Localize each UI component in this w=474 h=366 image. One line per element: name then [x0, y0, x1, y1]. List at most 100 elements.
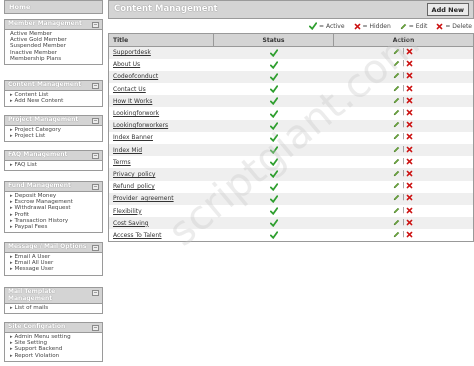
collapse-toggle-icon[interactable]: −: [92, 325, 99, 331]
sidebar-section-header[interactable]: Mail Template Management −: [5, 288, 102, 304]
sidebar-section-header[interactable]: Project Management −: [5, 116, 102, 126]
delete-x-icon[interactable]: [406, 109, 413, 116]
edit-pencil-icon[interactable]: [393, 60, 400, 67]
delete-x-icon[interactable]: [406, 133, 413, 140]
row-status-cell: [213, 217, 334, 230]
row-action-cell: |: [333, 70, 474, 84]
row-title-cell: Terms: [108, 156, 214, 169]
action-separator: |: [402, 109, 405, 117]
active-check-icon[interactable]: [269, 73, 278, 81]
delete-x-icon[interactable]: [406, 158, 413, 165]
active-check-icon[interactable]: [269, 207, 278, 216]
content-title-link[interactable]: Terms: [113, 159, 131, 166]
delete-x-icon[interactable]: [406, 194, 413, 201]
content-title-link[interactable]: Cost Saving: [113, 220, 149, 227]
active-check-icon[interactable]: [269, 49, 278, 57]
content-title-link[interactable]: Provider_agreement: [113, 195, 174, 202]
active-check-icon[interactable]: [269, 219, 278, 228]
active-check-icon[interactable]: [269, 146, 278, 155]
edit-pencil-icon[interactable]: [393, 72, 400, 79]
active-check-icon[interactable]: [269, 231, 278, 240]
row-action-cell: |: [333, 168, 474, 181]
edit-pencil-icon[interactable]: [393, 207, 400, 214]
delete-x-icon[interactable]: [406, 85, 413, 92]
content-title-link[interactable]: Flexibility: [113, 208, 142, 215]
sidebar-section-header[interactable]: Content Management −: [5, 81, 102, 91]
active-check-icon[interactable]: [269, 182, 278, 191]
edit-pencil-icon[interactable]: [393, 146, 400, 153]
delete-x-icon[interactable]: [406, 146, 413, 153]
edit-pencil-icon[interactable]: [393, 158, 400, 165]
edit-pencil-icon[interactable]: [393, 231, 400, 238]
sidebar-section-header[interactable]: Message / Mail Options −: [5, 243, 102, 253]
delete-x-icon[interactable]: [406, 207, 413, 214]
edit-pencil-icon[interactable]: [393, 170, 400, 177]
action-separator: |: [402, 60, 405, 68]
content-title-link[interactable]: Refund_policy: [113, 183, 155, 190]
edit-pencil-icon[interactable]: [393, 97, 400, 104]
delete-x-icon[interactable]: [406, 60, 413, 67]
sidebar-item[interactable]: FAQ List: [10, 162, 98, 168]
row-status-cell: [213, 229, 334, 242]
content-title-link[interactable]: Access To Talent: [113, 232, 162, 239]
active-check-icon[interactable]: [269, 170, 278, 179]
edit-pencil-icon[interactable]: [393, 48, 400, 55]
add-new-button[interactable]: Add New: [426, 3, 469, 16]
content-title-link[interactable]: Supportdesk: [113, 49, 151, 56]
sidebar-item[interactable]: Report Violation: [10, 353, 98, 359]
sidebar-item[interactable]: Paypal Fees: [10, 224, 98, 230]
sidebar-item[interactable]: Membership Plans: [10, 56, 98, 62]
delete-x-icon[interactable]: [406, 170, 413, 177]
collapse-toggle-icon[interactable]: −: [92, 83, 99, 89]
content-title-link[interactable]: Index Mid: [113, 147, 142, 154]
delete-x-icon[interactable]: [406, 48, 413, 55]
active-check-icon[interactable]: [269, 195, 278, 203]
collapse-toggle-icon[interactable]: −: [92, 118, 99, 124]
active-check-icon[interactable]: [269, 134, 278, 142]
table-row: Contact Us |: [108, 83, 474, 96]
sidebar-section-header[interactable]: Fund Management −: [5, 182, 102, 192]
sidebar-section-header[interactable]: FAQ Management −: [5, 151, 102, 161]
home-link[interactable]: Home: [4, 0, 103, 14]
content-title-link[interactable]: Index Banner: [113, 134, 153, 141]
content-title-link[interactable]: Lookingforworkers: [113, 122, 168, 129]
delete-x-icon[interactable]: [406, 121, 413, 128]
edit-pencil-icon[interactable]: [393, 133, 400, 140]
sidebar-item[interactable]: Add New Content: [10, 98, 98, 104]
active-check-icon[interactable]: [269, 158, 278, 167]
active-check-icon[interactable]: [269, 122, 278, 130]
active-check-icon[interactable]: [269, 61, 278, 69]
edit-pencil-icon[interactable]: [393, 219, 400, 226]
edit-pencil-icon[interactable]: [393, 85, 400, 92]
content-title-link[interactable]: How It Works: [113, 98, 152, 105]
content-title-link[interactable]: Contact Us: [113, 86, 146, 93]
delete-x-icon[interactable]: [406, 219, 413, 226]
sidebar-section-header[interactable]: Site Configration −: [5, 323, 102, 333]
legend-active-label: = Active: [319, 22, 345, 30]
active-check-icon[interactable]: [269, 97, 278, 106]
content-title-link[interactable]: Codeofconduct: [113, 73, 158, 80]
collapse-toggle-icon[interactable]: −: [92, 245, 99, 251]
edit-pencil-icon[interactable]: [393, 109, 400, 116]
delete-x-icon[interactable]: [406, 97, 413, 104]
delete-x-icon[interactable]: [406, 231, 413, 238]
sidebar-item[interactable]: Message User: [10, 266, 98, 272]
active-check-icon[interactable]: [269, 109, 278, 118]
collapse-toggle-icon[interactable]: −: [92, 22, 99, 28]
collapse-toggle-icon[interactable]: −: [92, 153, 99, 159]
collapse-toggle-icon[interactable]: −: [92, 290, 99, 296]
sidebar-section-header[interactable]: Member Management −: [5, 20, 102, 30]
active-check-icon[interactable]: [269, 85, 278, 94]
sidebar-item[interactable]: Project List: [10, 133, 98, 139]
content-title-link[interactable]: Privacy_policy: [113, 171, 155, 178]
sidebar-item[interactable]: List of mails: [10, 305, 98, 311]
collapse-toggle-icon[interactable]: −: [92, 184, 99, 190]
delete-x-icon[interactable]: [406, 182, 413, 189]
edit-pencil-icon[interactable]: [393, 182, 400, 189]
content-title-link[interactable]: Lookingforwork: [113, 110, 159, 117]
edit-pencil-icon[interactable]: [393, 121, 400, 128]
edit-pencil-icon[interactable]: [393, 194, 400, 201]
content-title-link[interactable]: About Us: [113, 61, 140, 68]
sidebar-section: Mail Template Management − List of mails: [4, 287, 103, 315]
delete-x-icon[interactable]: [406, 72, 413, 79]
